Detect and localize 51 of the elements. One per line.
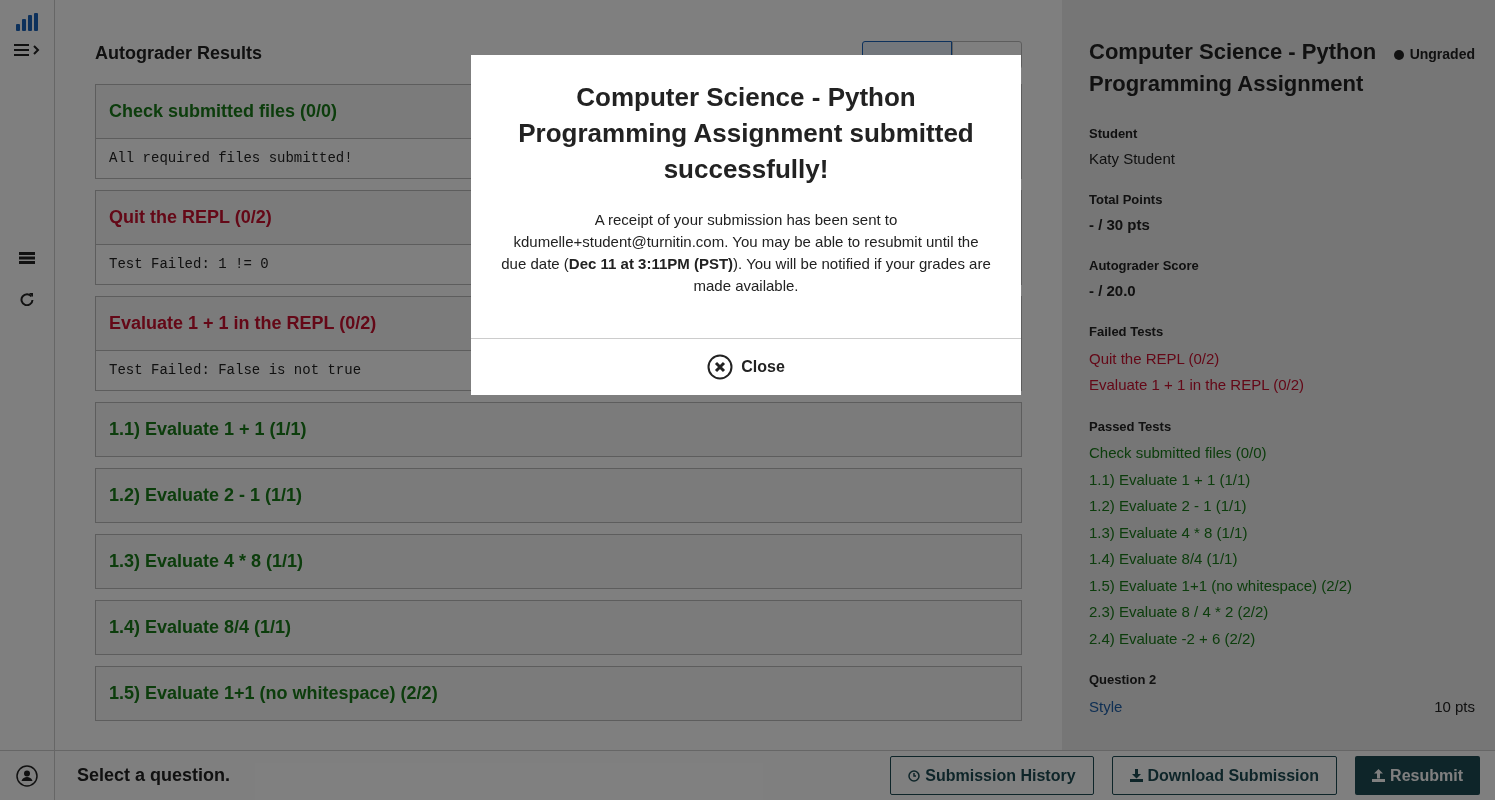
user-avatar-icon[interactable] <box>16 764 38 787</box>
passed-test-link[interactable]: 1.5) Evaluate 1+1 (no whitespace) (2/2) <box>1089 574 1475 597</box>
field-label: Failed Tests <box>1089 323 1165 341</box>
passed-test-link[interactable]: 2.3) Evaluate 8 / 4 * 2 (2/2) <box>1089 601 1475 624</box>
passed-test-link[interactable]: 1.2) Evaluate 2 - 1 (1/1) <box>1089 495 1475 518</box>
menu-expand-icon[interactable] <box>13 43 41 57</box>
failed-test-link[interactable]: Quit the REPL (0/2) <box>1089 347 1475 370</box>
passed-test-link[interactable]: 1.4) Evaluate 8/4 (1/1) <box>1089 548 1475 571</box>
clock-icon <box>908 769 921 782</box>
modal-title: Computer Science - Python Programming Assignment submitted successfully! <box>517 81 975 186</box>
failed-test-link[interactable]: Evaluate 1 + 1 in the REPL (0/2) <box>1089 374 1475 397</box>
field-label: Passed Tests <box>1089 417 1173 436</box>
test-output: All required files submitted! <box>109 149 353 168</box>
section-heading: Autograder Results <box>95 42 263 65</box>
passed-test-link[interactable]: 2.4) Evaluate -2 + 6 (2/2) <box>1089 627 1475 650</box>
test-title[interactable]: Quit the REPL (0/2) <box>109 204 272 231</box>
question-points: 10 pts <box>1434 696 1475 717</box>
passed-test-link[interactable]: Check submitted files (0/0) <box>1089 442 1475 465</box>
close-button[interactable]: Close <box>707 354 785 380</box>
footer-button[interactable]: Download Submission <box>1111 756 1338 795</box>
bar-chart-icon[interactable] <box>16 13 38 31</box>
footer-prompt: Select a question. <box>77 764 231 787</box>
resubmit-button[interactable]: Resubmit <box>1355 756 1480 795</box>
test-title[interactable]: 1.3) Evaluate 4 * 8 (1/1) <box>109 548 304 575</box>
question-link[interactable]: Style <box>1089 695 1123 718</box>
passed-test-link[interactable]: 1.1) Evaluate 1 + 1 (1/1) <box>1089 468 1475 491</box>
test-title[interactable]: 1.4) Evaluate 8/4 (1/1) <box>109 614 292 641</box>
modal-message: A receipt of your submission has been sent to kdumelle+student@turnitin.com. You may be able to resubmit until the due date (Dec 11 at 3:11PM (PST)). You will be notified if your grades are made available. <box>501 210 991 296</box>
field-value: - / 30 pts <box>1089 214 1151 235</box>
field-label: Student <box>1089 125 1139 143</box>
field-value: - / 20.0 <box>1089 280 1137 301</box>
upload-icon <box>1372 769 1386 782</box>
field-value: Katy Student <box>1089 148 1176 169</box>
test-output: Test Failed: 1 != 0 <box>109 255 269 274</box>
test-output: Test Failed: False is not true <box>109 361 362 380</box>
assignment-title: Computer Science - Python Programming Assignment <box>1089 38 1378 98</box>
test-title[interactable]: Check submitted files (0/0) <box>109 98 338 125</box>
download-icon <box>1129 769 1143 782</box>
field-label: Question 2 <box>1089 671 1158 689</box>
field-label: Total Points <box>1089 191 1164 209</box>
footer-button[interactable]: Submission History <box>890 756 1094 795</box>
test-title[interactable]: 1.1) Evaluate 1 + 1 (1/1) <box>109 416 307 443</box>
status-label: Ungraded <box>1409 45 1475 64</box>
test-title[interactable]: Evaluate 1 + 1 in the REPL (0/2) <box>109 310 377 337</box>
test-title[interactable]: 1.2) Evaluate 2 - 1 (1/1) <box>109 482 303 509</box>
test-title[interactable]: 1.5) Evaluate 1+1 (no whitespace) (2/2) <box>109 680 438 707</box>
refresh-icon[interactable] <box>20 292 34 306</box>
close-icon <box>707 354 734 380</box>
passed-test-link[interactable]: 1.3) Evaluate 4 * 8 (1/1) <box>1089 521 1475 544</box>
field-label: Autograder Score <box>1089 257 1200 275</box>
list-icon[interactable] <box>19 252 35 264</box>
